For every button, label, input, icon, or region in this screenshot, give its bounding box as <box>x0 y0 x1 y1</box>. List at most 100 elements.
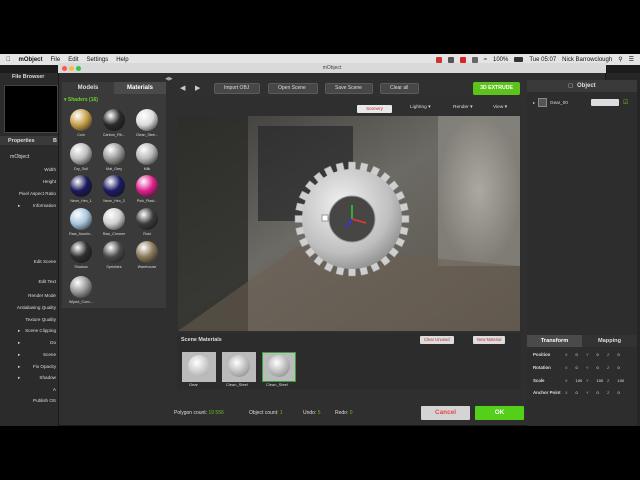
properties-tab-2[interactable]: B <box>53 138 57 144</box>
disclosure-arrow-icon[interactable]: ▸ <box>18 203 20 209</box>
tab-mapping[interactable]: Mapping <box>582 335 637 347</box>
prop-information[interactable]: Information <box>33 203 56 208</box>
transform-row-label: Rotation <box>533 365 551 370</box>
menu-edit[interactable]: Edit <box>68 57 78 63</box>
transform-value[interactable]: 0 <box>597 365 599 370</box>
search-icon[interactable]: ⚲ <box>618 56 622 63</box>
menu-file[interactable]: File <box>51 57 61 63</box>
prop-edit-scene[interactable]: Edit Scene <box>34 259 56 264</box>
prop-publish[interactable]: Publish OS <box>33 398 56 403</box>
shader-label: Neon_Hex_1 <box>70 199 92 203</box>
menu-settings[interactable]: Settings <box>87 57 109 63</box>
object-name[interactable]: Gear_00 <box>550 100 568 105</box>
effect-name: mObject <box>10 154 30 160</box>
close-window-icon[interactable] <box>62 66 67 71</box>
prop-scene-clipping[interactable]: Scene Clipping <box>25 328 56 333</box>
user-name[interactable]: Nick Barrowclough <box>562 57 612 63</box>
scene-material-swatch[interactable] <box>182 352 216 382</box>
shader-swatch[interactable] <box>70 208 92 230</box>
scene-material-swatch-selected[interactable] <box>262 352 296 382</box>
shaders-header[interactable]: ▾ Shaders (16) <box>64 97 98 103</box>
transform-value[interactable]: 0 <box>576 390 578 395</box>
transform-value[interactable]: 100 <box>618 378 625 383</box>
zoom-window-icon[interactable] <box>76 66 81 71</box>
object-count-value: 1 <box>279 410 283 416</box>
app-status-icon-2[interactable] <box>447 56 454 63</box>
shader-swatch[interactable] <box>70 175 92 197</box>
gizmo-handle[interactable] <box>321 214 329 222</box>
tab-materials[interactable]: Materials <box>114 82 166 94</box>
shader-swatch[interactable] <box>136 208 158 230</box>
object-list-item[interactable]: ▸ Gear_00 ☑ <box>533 97 635 109</box>
shader-swatch[interactable] <box>70 276 92 298</box>
scene-material-swatch[interactable] <box>222 352 256 382</box>
transform-value[interactable]: 0 <box>597 352 599 357</box>
clear-unused-button[interactable]: Clear Unused <box>420 336 454 344</box>
ok-button[interactable]: OK <box>475 406 524 420</box>
transform-value[interactable]: 0 <box>618 352 620 357</box>
wifi-icon[interactable]: ≈ <box>484 57 487 63</box>
shader-swatch[interactable] <box>103 208 125 230</box>
shader-swatch[interactable] <box>70 109 92 131</box>
disclosure-arrow-icon[interactable]: ▸ <box>18 364 20 370</box>
app-status-icon[interactable] <box>435 56 442 63</box>
disclosure-arrow-icon[interactable]: ▸ <box>18 375 20 381</box>
cancel-button[interactable]: Cancel <box>421 406 470 420</box>
shader-swatch[interactable] <box>136 109 158 131</box>
transform-value[interactable]: 0 <box>576 352 578 357</box>
import-obj-button[interactable]: Import OBJ <box>214 83 260 94</box>
shader-swatch[interactable] <box>70 241 92 263</box>
shader-swatch[interactable] <box>70 143 92 165</box>
open-scene-button[interactable]: Open Scene <box>268 83 318 94</box>
preview-thumbnail <box>4 85 58 133</box>
menu-help[interactable]: Help <box>116 57 128 63</box>
3d-viewport[interactable] <box>178 116 520 331</box>
menu-app[interactable]: mObject <box>19 57 43 63</box>
tab-models[interactable]: Models <box>62 82 114 94</box>
shader-swatch[interactable] <box>103 109 125 131</box>
transform-value[interactable]: 100 <box>597 378 604 383</box>
render-menu[interactable]: Render ▾ <box>453 105 472 110</box>
disclosure-arrow-icon[interactable]: ▸ <box>533 100 535 105</box>
transform-value[interactable]: 100 <box>576 378 583 383</box>
shader-label: Pink_Plast... <box>136 199 158 203</box>
clear-all-button[interactable]: Clear all <box>380 83 419 94</box>
shader-swatch[interactable] <box>103 175 125 197</box>
tab-transform[interactable]: Transform <box>527 335 582 347</box>
shader-swatch[interactable] <box>103 241 125 263</box>
transform-value[interactable]: 0 <box>597 390 599 395</box>
shader-swatch[interactable] <box>136 143 158 165</box>
next-icon[interactable]: ▶ <box>195 84 203 93</box>
visibility-check-icon[interactable]: ☑ <box>623 99 628 106</box>
lighting-menu[interactable]: Lighting ▾ <box>410 105 431 110</box>
minimize-window-icon[interactable] <box>69 66 74 71</box>
polygon-count-label: Polygon count: <box>174 410 208 416</box>
prop-edit-text[interactable]: Edit Text <box>38 279 56 284</box>
material-dropdown[interactable] <box>591 99 619 106</box>
properties-title[interactable]: Properties <box>8 138 35 144</box>
collapse-panel-icon[interactable]: ◀▶ <box>165 76 173 82</box>
list-icon[interactable]: ☰ <box>629 56 634 63</box>
transform-value[interactable]: 0 <box>618 365 620 370</box>
app-status-icon-4[interactable] <box>471 56 478 63</box>
3d-extrude-button[interactable]: 3D EXTRUDE <box>473 82 520 95</box>
new-material-button[interactable]: New Material <box>473 336 506 344</box>
app-status-icon-3[interactable] <box>459 56 466 63</box>
battery-icon[interactable] <box>514 57 524 62</box>
apple-icon[interactable]:  <box>6 57 11 63</box>
clock[interactable]: Tue 05:07 <box>529 57 556 63</box>
view-menu[interactable]: View ▾ <box>493 105 507 110</box>
disclosure-arrow-icon[interactable]: ▸ <box>18 340 20 346</box>
transform-value[interactable]: 0 <box>576 365 578 370</box>
prev-icon[interactable]: ◀ <box>180 84 188 93</box>
shader-swatch[interactable] <box>136 241 158 263</box>
shader-label: Coin <box>77 133 85 137</box>
disclosure-arrow-icon[interactable]: ▸ <box>18 352 20 358</box>
disclosure-arrow-icon[interactable]: ▸ <box>18 328 20 334</box>
transform-value[interactable]: 0 <box>618 390 620 395</box>
shader-swatch[interactable] <box>136 175 158 197</box>
prop-pixel-aspect: Pixel Aspect Ratio <box>18 191 56 196</box>
scenery-button[interactable]: Scenery <box>357 105 392 113</box>
shader-swatch[interactable] <box>103 143 125 165</box>
save-scene-button[interactable]: Save Scene <box>325 83 373 94</box>
